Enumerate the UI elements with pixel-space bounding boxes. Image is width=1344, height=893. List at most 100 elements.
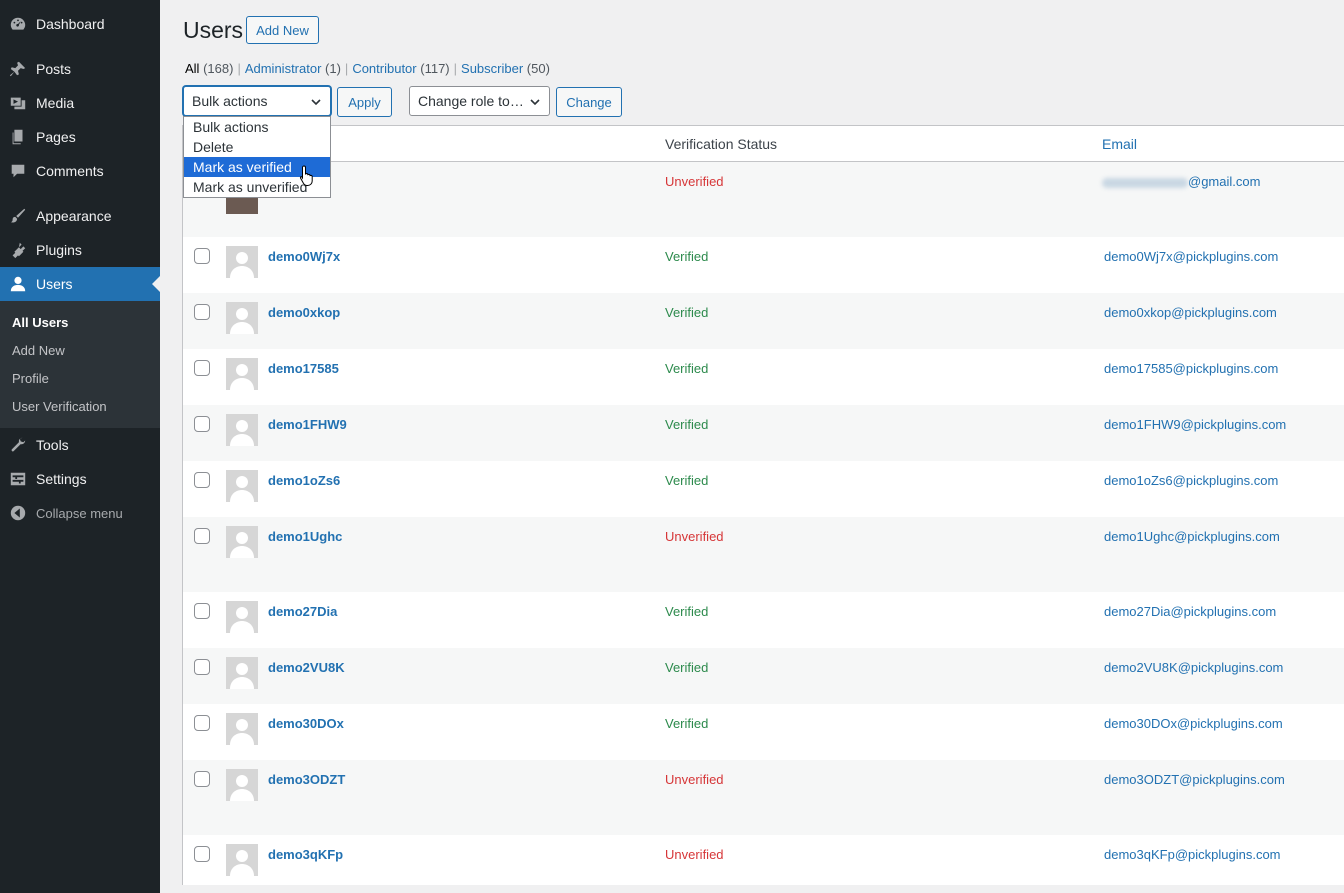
filter-subscriber[interactable]: Subscriber (50) bbox=[461, 61, 550, 76]
option-bulk-actions[interactable]: Bulk actions bbox=[184, 117, 330, 137]
username-link[interactable]: demo27Dia bbox=[268, 604, 337, 619]
change-role-select[interactable]: Change role to… bbox=[409, 86, 550, 116]
email-link[interactable]: demo17585@pickplugins.com bbox=[1104, 361, 1278, 376]
avatar bbox=[226, 470, 258, 502]
row-checkbox[interactable] bbox=[194, 603, 210, 619]
username-link[interactable]: demo1FHW9 bbox=[268, 417, 347, 432]
username-link[interactable]: demo1Ughc bbox=[268, 529, 342, 544]
change-button[interactable]: Change bbox=[556, 87, 622, 117]
menu-plugins[interactable]: Plugins bbox=[0, 233, 160, 267]
username-link[interactable]: demo0Wj7x bbox=[268, 249, 340, 264]
email-link[interactable]: demo0xkop@pickplugins.com bbox=[1104, 305, 1277, 320]
avatar bbox=[226, 246, 258, 278]
default-avatar-icon bbox=[226, 246, 258, 278]
email-suffix: @gmail.com bbox=[1188, 174, 1261, 189]
filter-subscriber-label: Subscriber bbox=[461, 61, 524, 76]
email-link[interactable]: @gmail.com bbox=[1102, 174, 1260, 189]
menu-pages[interactable]: Pages bbox=[0, 120, 160, 154]
row-checkbox[interactable] bbox=[194, 771, 210, 787]
email-link[interactable]: demo1oZs6@pickplugins.com bbox=[1104, 473, 1278, 488]
users-table: Verification Status Email Unverified @gm… bbox=[182, 125, 1344, 885]
default-avatar-icon bbox=[226, 844, 258, 876]
filter-subscriber-count: (50) bbox=[526, 61, 550, 76]
bulk-actions-select[interactable]: Bulk actions bbox=[183, 86, 331, 116]
comment-icon bbox=[0, 162, 36, 180]
avatar bbox=[226, 358, 258, 390]
row-checkbox[interactable] bbox=[194, 248, 210, 264]
username-link[interactable]: demo0xkop bbox=[268, 305, 340, 320]
menu-label: Dashboard bbox=[36, 16, 105, 32]
change-role-value: Change role to… bbox=[418, 93, 524, 109]
username-link[interactable]: demo3qKFp bbox=[268, 847, 343, 862]
chevron-down-icon bbox=[530, 99, 540, 106]
username-link[interactable]: demo3ODZT bbox=[268, 772, 345, 787]
row-checkbox[interactable] bbox=[194, 659, 210, 675]
table-row: demo30DOx Verified demo30DOx@pickplugins.c… bbox=[183, 704, 1344, 760]
avatar bbox=[226, 601, 258, 633]
row-checkbox[interactable] bbox=[194, 416, 210, 432]
email-link[interactable]: demo2VU8K@pickplugins.com bbox=[1104, 660, 1283, 675]
row-checkbox[interactable] bbox=[194, 528, 210, 544]
separator: | bbox=[453, 61, 458, 76]
brush-icon bbox=[0, 207, 36, 225]
default-avatar-icon bbox=[226, 302, 258, 334]
email-link[interactable]: demo30DOx@pickplugins.com bbox=[1104, 716, 1283, 731]
column-verification-status: Verification Status bbox=[665, 136, 778, 152]
column-email[interactable]: Email bbox=[1102, 136, 1137, 152]
row-checkbox[interactable] bbox=[194, 715, 210, 731]
submenu-all-users[interactable]: All Users bbox=[12, 315, 68, 330]
filter-all-count: (168) bbox=[203, 61, 234, 76]
menu-posts[interactable]: Posts bbox=[0, 52, 160, 86]
email-link[interactable]: demo3ODZT@pickplugins.com bbox=[1104, 772, 1285, 787]
dashboard-icon bbox=[0, 15, 36, 33]
default-avatar-icon bbox=[226, 713, 258, 745]
row-checkbox[interactable] bbox=[194, 360, 210, 376]
menu-tools[interactable]: Tools bbox=[0, 428, 160, 462]
email-link[interactable]: demo27Dia@pickplugins.com bbox=[1104, 604, 1276, 619]
menu-dashboard[interactable]: Dashboard bbox=[0, 7, 160, 41]
default-avatar-icon bbox=[226, 526, 258, 558]
menu-media[interactable]: Media bbox=[0, 86, 160, 120]
page-icon bbox=[0, 128, 36, 146]
username-link[interactable]: demo30DOx bbox=[268, 716, 344, 731]
verification-status: Unverified bbox=[665, 847, 724, 862]
row-checkbox[interactable] bbox=[194, 472, 210, 488]
filter-all-label: All bbox=[185, 61, 200, 76]
filter-all[interactable]: All (168) bbox=[185, 61, 233, 76]
separator: | bbox=[344, 61, 349, 76]
collapse-menu-button[interactable]: Collapse menu bbox=[0, 496, 160, 530]
username-link[interactable]: demo2VU8K bbox=[268, 660, 345, 675]
avatar bbox=[226, 769, 258, 801]
username-link[interactable]: demo17585 bbox=[268, 361, 339, 376]
user-icon bbox=[0, 275, 36, 293]
menu-label: Tools bbox=[36, 437, 69, 453]
row-checkbox[interactable] bbox=[194, 846, 210, 862]
submenu-user-verification[interactable]: User Verification bbox=[12, 399, 107, 414]
filter-administrator-label: Administrator bbox=[244, 61, 322, 76]
menu-settings[interactable]: Settings bbox=[0, 462, 160, 496]
filter-contributor[interactable]: Contributor (117) bbox=[352, 61, 449, 76]
add-new-button[interactable]: Add New bbox=[246, 16, 319, 44]
menu-label: Posts bbox=[36, 61, 72, 77]
menu-users[interactable]: Users bbox=[0, 267, 160, 301]
filter-administrator[interactable]: Administrator (1) bbox=[245, 61, 341, 76]
menu-label: Collapse menu bbox=[36, 505, 123, 521]
menu-comments[interactable]: Comments bbox=[0, 154, 160, 188]
role-filter-links: All (168) | Administrator (1) | Contributor … bbox=[185, 61, 550, 76]
email-link[interactable]: demo3qKFp@pickplugins.com bbox=[1104, 847, 1281, 862]
email-link[interactable]: demo1FHW9@pickplugins.com bbox=[1104, 417, 1286, 432]
email-link[interactable]: demo1Ughc@pickplugins.com bbox=[1104, 529, 1280, 544]
table-row: demo1FHW9 Verified demo1FHW9@pickplugins.c… bbox=[183, 405, 1344, 461]
menu-appearance[interactable]: Appearance bbox=[0, 199, 160, 233]
avatar bbox=[226, 414, 258, 446]
plugin-icon bbox=[0, 241, 36, 259]
username-link[interactable]: demo1oZs6 bbox=[268, 473, 340, 488]
apply-button[interactable]: Apply bbox=[337, 87, 392, 117]
verification-status: Unverified bbox=[665, 772, 724, 787]
row-checkbox[interactable] bbox=[194, 304, 210, 320]
option-delete[interactable]: Delete bbox=[184, 137, 330, 157]
filter-contributor-label: Contributor bbox=[352, 61, 417, 76]
submenu-add-new[interactable]: Add New bbox=[12, 343, 65, 358]
email-link[interactable]: demo0Wj7x@pickplugins.com bbox=[1104, 249, 1278, 264]
submenu-profile[interactable]: Profile bbox=[12, 371, 49, 386]
